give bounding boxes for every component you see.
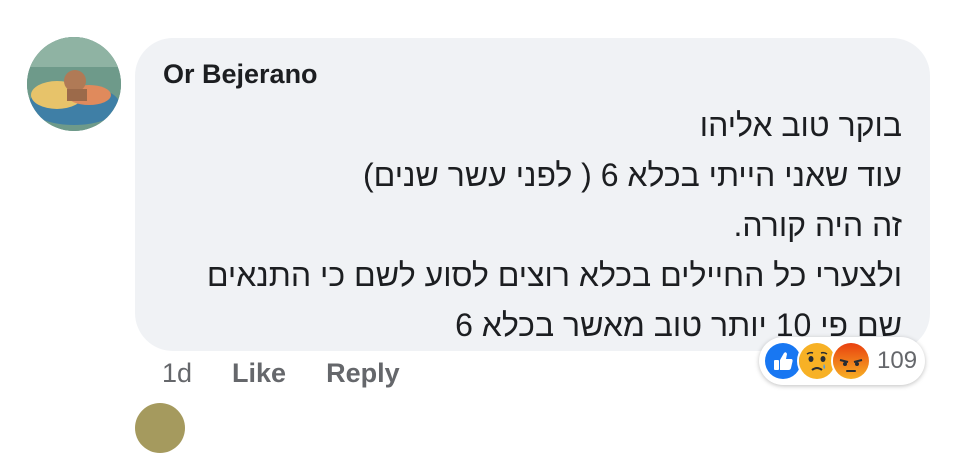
comment-author[interactable]: Or Bejerano (163, 59, 318, 90)
reply-button[interactable]: Reply (326, 358, 400, 389)
comment-text: בוקר טוב אליהו עוד שאני הייתי בכלא 6 ( ל… (162, 100, 902, 350)
angry-icon (831, 341, 871, 381)
like-button[interactable]: Like (232, 358, 286, 389)
comment-line: ולצערי כל החיילים בכלא רוצים לסוע לשם כי… (206, 257, 902, 293)
next-comment-avatar[interactable] (135, 403, 185, 453)
reaction-count: 109 (877, 347, 918, 374)
reactions-summary[interactable]: 109 (759, 337, 926, 385)
comment-actions: 1d Like Reply (162, 358, 400, 389)
author-avatar[interactable] (27, 37, 121, 131)
comment-line: בוקר טוב אליהו (699, 107, 902, 143)
comment-timestamp[interactable]: 1d (162, 358, 192, 389)
comment-line: עוד שאני הייתי בכלא 6 ( לפני עשר שנים) (362, 157, 902, 193)
comment-bubble: Or Bejerano בוקר טוב אליהו עוד שאני היית… (135, 38, 930, 351)
comment-line: זה היה קורה. (733, 207, 903, 243)
